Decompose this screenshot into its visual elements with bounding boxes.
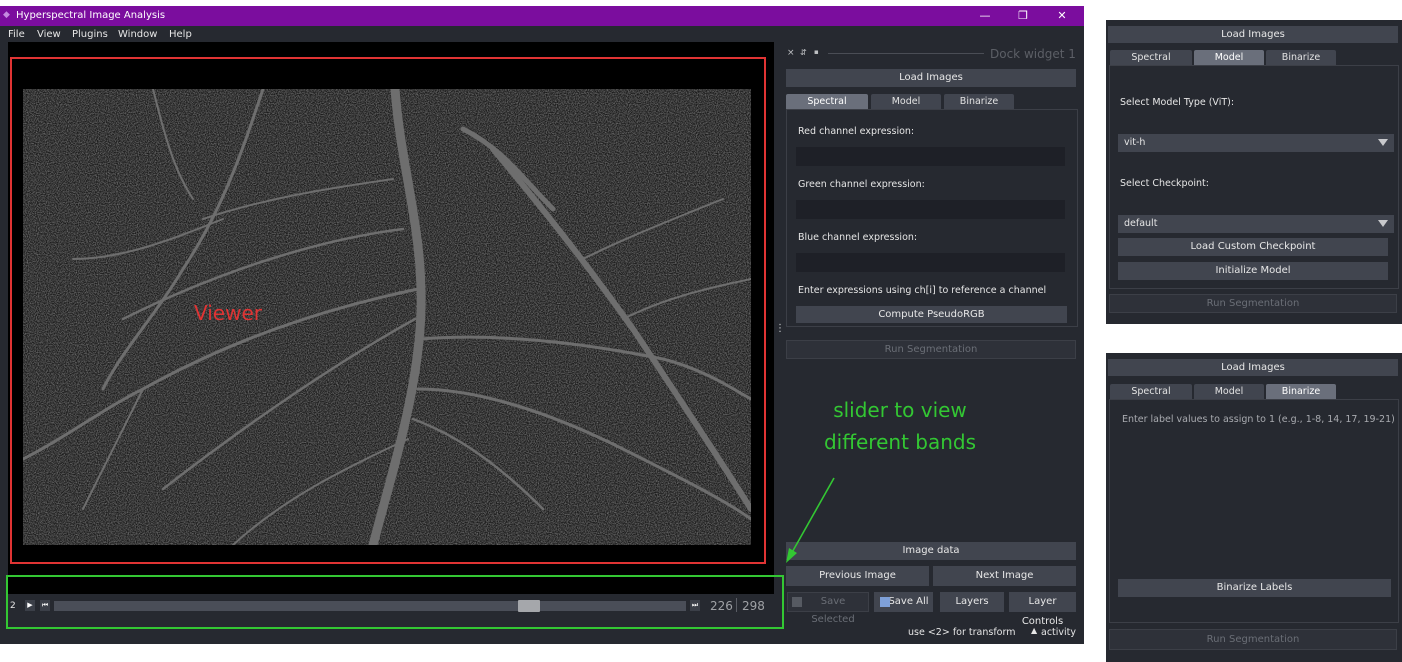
model-tab-model-settings[interactable]: Model Settings	[1194, 50, 1264, 78]
dock-menu-icon[interactable]: ▪	[814, 48, 819, 56]
binarize-labels-button[interactable]: Binarize Labels	[1118, 579, 1391, 597]
model-settings-window: Load Images Spectral Indexing Model Sett…	[1106, 20, 1402, 324]
band-slider-row: 2 ▶ ⏮ ⏭ 226 298	[8, 597, 774, 615]
save-all-button[interactable]: Save All	[874, 592, 933, 612]
menu-file[interactable]: File	[8, 29, 25, 40]
menu-plugins[interactable]: Plugins	[72, 29, 108, 40]
minimize-button[interactable]: —	[970, 8, 1000, 24]
initialize-model-button[interactable]: Initialize Model	[1118, 262, 1388, 280]
slider-total-value: 298	[742, 599, 765, 613]
binarize-labels-window: Load Images Spectral Indexing Model Sett…	[1106, 353, 1402, 662]
checkpoint-label: Select Checkpoint:	[1120, 178, 1209, 189]
green-channel-input[interactable]	[796, 200, 1065, 219]
chevron-down-icon	[1378, 139, 1388, 146]
slider-value-divider	[736, 598, 737, 612]
activity-label[interactable]: activity	[1041, 627, 1076, 638]
model-tab-binarize-labels[interactable]: Binarize Labels	[1266, 50, 1336, 78]
viewer-annotation: Viewer	[194, 301, 262, 325]
annotation-arrow	[786, 477, 835, 563]
viewer-highlight-box	[10, 57, 766, 564]
compute-pseudorgb-button[interactable]: Compute PseudoRGB	[796, 306, 1067, 323]
band-slider-track[interactable]	[54, 600, 686, 612]
tab-binarize-labels[interactable]: Binarize Labels	[944, 94, 1014, 122]
label-values-input[interactable]: Enter label values to assign to 1 (e.g.,…	[1122, 414, 1395, 425]
layers-button[interactable]: Layers	[940, 592, 1004, 612]
dock-close-icon[interactable]: ×	[787, 48, 795, 58]
blue-channel-input[interactable]	[796, 253, 1065, 272]
tab-model-settings[interactable]: Model Settings	[871, 94, 941, 122]
green-channel-label: Green channel expression:	[798, 179, 925, 190]
band-slider-thumb[interactable]	[518, 600, 540, 612]
model-settings-panel: Select Model Type (ViT): vit-h Select Ch…	[1109, 65, 1399, 289]
slider-annotation: slider to view different bands	[823, 398, 977, 454]
save-icon	[792, 597, 802, 607]
menu-window[interactable]: Window	[118, 29, 157, 40]
model-type-label: Select Model Type (ViT):	[1120, 97, 1235, 108]
dock-splitter-handle[interactable]: ⋮	[775, 324, 785, 334]
slider-axis-label: 2	[10, 601, 16, 611]
title-bar: ◆ Hyperspectral Image Analysis — ❐ ✕	[0, 6, 1084, 26]
save-icon	[880, 597, 890, 607]
expression-hint: Enter expressions using ch[i] to referen…	[798, 285, 1047, 296]
restore-button[interactable]: ❐	[1008, 8, 1038, 24]
save-all-label: Save All	[888, 596, 929, 607]
load-custom-checkpoint-button[interactable]: Load Custom Checkpoint	[1118, 238, 1388, 256]
model-tab-spectral-indexing[interactable]: Spectral Indexing	[1110, 50, 1192, 78]
slider-current-value: 226	[710, 599, 733, 613]
menu-view[interactable]: View	[37, 29, 61, 40]
save-selected-label: Save Selected	[811, 596, 855, 625]
menu-help[interactable]: Help	[169, 29, 192, 40]
window-title: Hyperspectral Image Analysis	[16, 10, 166, 21]
checkpoint-select[interactable]: default	[1118, 215, 1394, 233]
app-icon: ◆	[3, 10, 10, 20]
binarize-labels-panel: Enter label values to assign to 1 (e.g.,…	[1109, 399, 1399, 623]
binarize-tab-model-settings[interactable]: Model Settings	[1194, 384, 1264, 412]
binarize-tab-spectral-indexing[interactable]: Spectral Indexing	[1110, 384, 1192, 412]
checkpoint-value: default	[1124, 218, 1158, 229]
binarize-load-images-button[interactable]: Load Images	[1108, 359, 1398, 376]
close-button[interactable]: ✕	[1047, 8, 1077, 24]
step-back-icon[interactable]: ⏮	[40, 600, 50, 611]
save-selected-button[interactable]: Save Selected	[787, 592, 869, 625]
load-images-button[interactable]: Load Images	[786, 69, 1076, 87]
red-channel-input[interactable]	[796, 147, 1065, 166]
next-image-button[interactable]: Next Image	[933, 566, 1076, 586]
model-run-segmentation-button[interactable]: Run Segmentation	[1109, 294, 1397, 313]
blue-channel-label: Blue channel expression:	[798, 232, 918, 243]
binarize-run-segmentation-button[interactable]: Run Segmentation	[1109, 629, 1397, 650]
model-load-images-button[interactable]: Load Images	[1108, 26, 1398, 43]
play-icon[interactable]: ▶	[25, 600, 35, 611]
dock-title-rule	[828, 53, 984, 54]
spectral-indexing-panel: Red channel expression: Green channel ex…	[786, 109, 1078, 327]
binarize-tab-binarize-labels[interactable]: Binarize Labels	[1266, 384, 1336, 412]
dock-float-icon[interactable]: ⇵	[800, 48, 807, 57]
activity-caret-icon[interactable]: ▲	[1031, 626, 1037, 635]
step-forward-icon[interactable]: ⏭	[690, 600, 700, 611]
model-type-value: vit-h	[1124, 137, 1146, 148]
dock-title: Dock widget 1	[990, 47, 1076, 61]
status-hint: use <2> for transform	[908, 627, 1016, 638]
chevron-down-icon	[1378, 220, 1388, 227]
layer-controls-button[interactable]: Layer Controls	[1009, 592, 1076, 627]
run-segmentation-button[interactable]: Run Segmentation	[786, 340, 1076, 359]
red-channel-label: Red channel expression:	[798, 126, 915, 137]
model-type-select[interactable]: vit-h	[1118, 134, 1394, 152]
tab-spectral-indexing[interactable]: Spectral Indexing	[786, 94, 868, 122]
